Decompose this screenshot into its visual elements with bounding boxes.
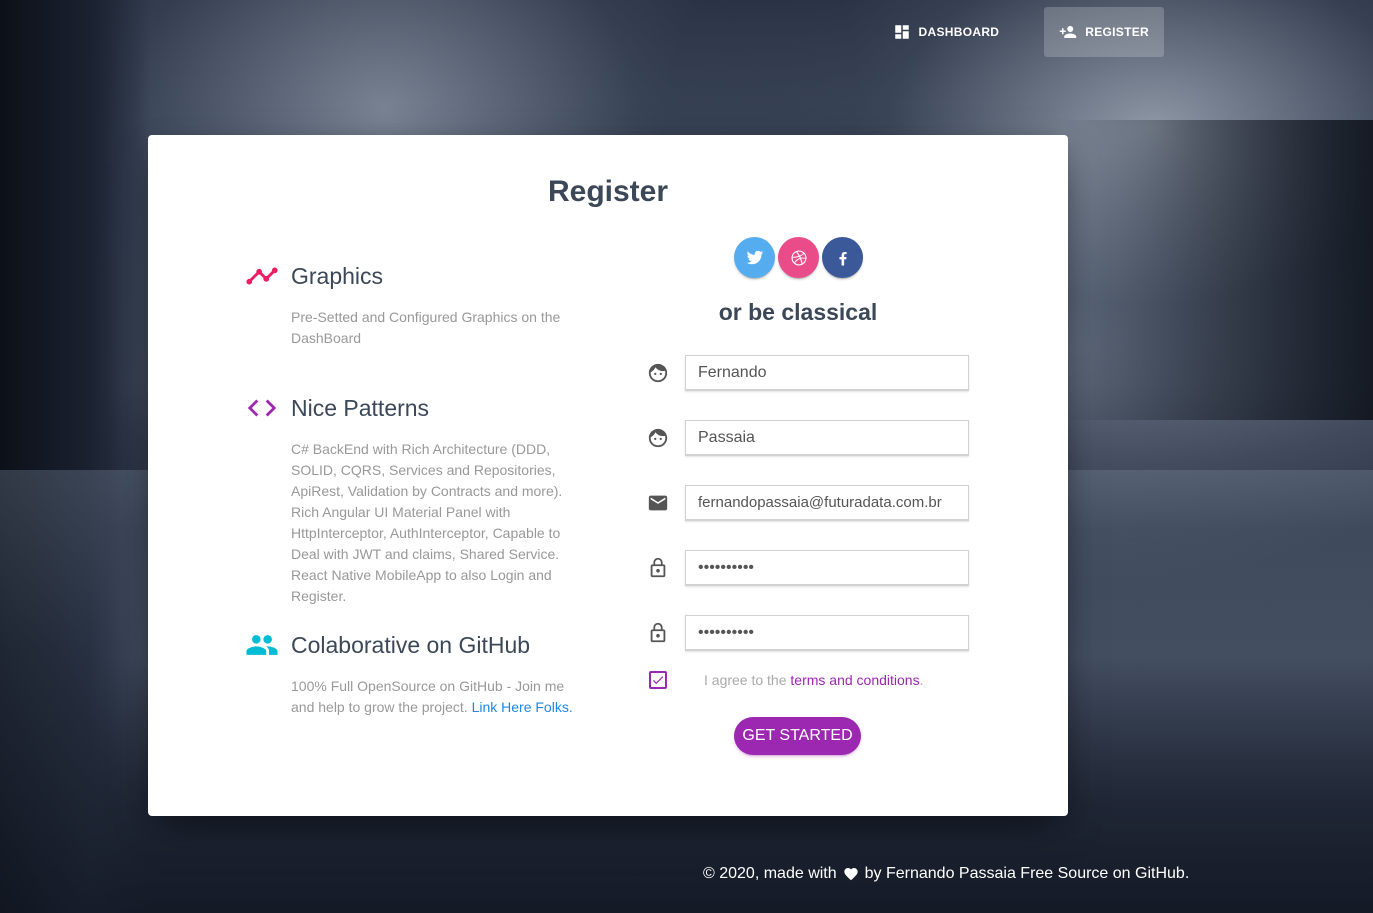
- classical-heading: or be classical: [718, 299, 878, 325]
- confirm-password-row: [647, 615, 969, 651]
- feature-description: 100% Full OpenSource on GitHub - Join me…: [291, 676, 591, 718]
- facebook-icon: [838, 251, 847, 265]
- twitter-icon: [746, 250, 763, 264]
- terms-agreement: I agree to the terms and conditions.: [649, 671, 923, 689]
- lock-icon: [647, 557, 669, 579]
- terms-suffix: .: [919, 672, 924, 688]
- dribbble-icon: [791, 250, 806, 265]
- feature-description: Pre-Setted and Configured Graphics on th…: [291, 309, 561, 346]
- nav-dashboard-label: DASHBOARD: [918, 25, 1000, 39]
- dashboard-icon: [894, 25, 909, 39]
- password-field[interactable]: [685, 550, 969, 586]
- feature-title: Graphics: [291, 262, 384, 289]
- register-card: Register Graphics Pre-Setted and Configu…: [148, 135, 1068, 816]
- feature-title: Nice Patterns: [291, 394, 430, 421]
- page-title: Register: [547, 175, 669, 208]
- footer-suffix: by Fernando Passaia Free Source on GitHu…: [864, 865, 1190, 882]
- feature-colaborative: Colaborative on GitHub 100% Full OpenSou…: [245, 628, 590, 718]
- nav-register[interactable]: REGISTER: [1044, 7, 1164, 57]
- twitter-button[interactable]: [734, 237, 775, 278]
- facebook-button[interactable]: [822, 237, 863, 278]
- first-name-row: [647, 355, 969, 391]
- last-name-field[interactable]: [685, 420, 969, 456]
- email-icon: [647, 492, 669, 514]
- get-started-button[interactable]: GET STARTED: [734, 717, 861, 755]
- first-name-field[interactable]: [685, 355, 969, 391]
- dribbble-button[interactable]: [778, 237, 819, 278]
- feature-title: Colaborative on GitHub: [291, 631, 531, 658]
- footer: © 2020, made with by Fernando Passaia Fr…: [703, 865, 1189, 883]
- lock-icon: [647, 622, 669, 644]
- footer-prefix: © 2020, made with: [703, 865, 837, 882]
- face-icon: [647, 362, 669, 384]
- people-icon: [245, 628, 279, 662]
- terms-checkbox[interactable]: [649, 671, 667, 689]
- timeline-icon: [245, 259, 279, 293]
- terms-link[interactable]: terms and conditions: [790, 672, 919, 688]
- confirm-password-field[interactable]: [685, 615, 969, 651]
- email-row: [647, 485, 969, 521]
- feature-description: C# BackEnd with Rich Architecture (DDD, …: [291, 441, 563, 604]
- terms-text: I agree to the terms and conditions.: [704, 672, 923, 688]
- code-icon: [245, 391, 279, 425]
- email-field[interactable]: [685, 485, 969, 521]
- last-name-row: [647, 420, 969, 456]
- terms-prefix: I agree to the: [704, 672, 787, 688]
- nav-dashboard[interactable]: DASHBOARD: [878, 7, 1015, 57]
- feature-nice-patterns: Nice Patterns C# BackEnd with Rich Archi…: [245, 391, 590, 607]
- check-icon: [652, 676, 664, 685]
- social-buttons: [734, 237, 863, 278]
- feature-graphics: Graphics Pre-Setted and Configured Graph…: [245, 259, 590, 349]
- person-add-icon: [1060, 26, 1077, 38]
- face-icon: [647, 427, 669, 449]
- heart-icon: [843, 868, 858, 881]
- top-navbar: DASHBOARD REGISTER: [878, 7, 1164, 57]
- password-row: [647, 550, 969, 586]
- github-link[interactable]: Link Here Folks.: [472, 699, 573, 715]
- nav-register-label: REGISTER: [1085, 25, 1149, 39]
